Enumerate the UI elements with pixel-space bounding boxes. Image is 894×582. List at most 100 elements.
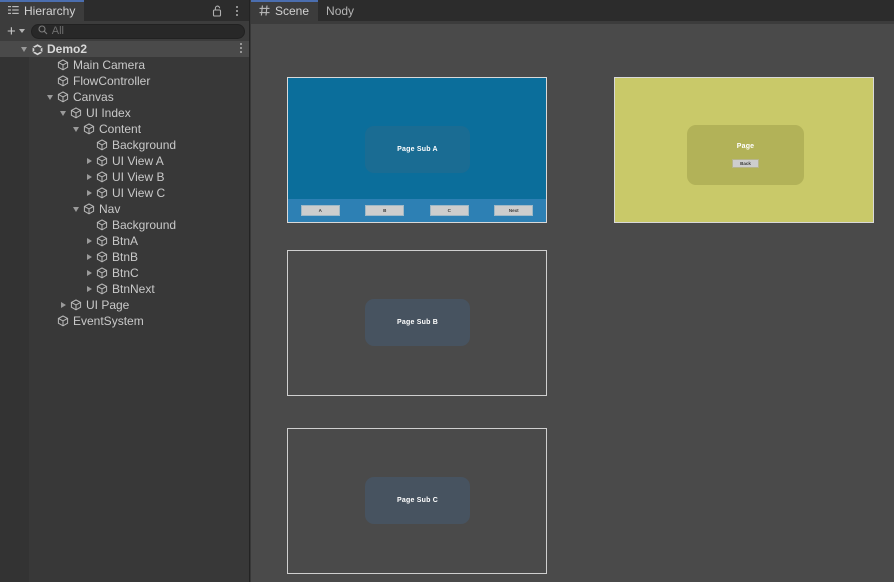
chevron-right-icon[interactable] [83, 270, 95, 276]
tab-scene[interactable]: Scene [251, 0, 319, 21]
canvas-background: Page Sub A A B C Next [288, 78, 546, 222]
hierarchy-row[interactable]: Main Camera [0, 57, 250, 73]
gameobject-icon [69, 107, 83, 119]
unity-scene-icon [30, 43, 44, 56]
hierarchy-row-label: Demo2 [47, 42, 88, 56]
scene-tabbar: Scene Nody [251, 0, 894, 21]
canvas-background: Page Sub B [288, 251, 546, 395]
content-card-label: Page [736, 143, 755, 150]
hierarchy-row[interactable]: BtnA [0, 233, 250, 249]
hierarchy-panel: Hierarchy + All Demo2 Main Camera FlowCo… [0, 0, 250, 582]
nav-button-next[interactable]: Next [494, 205, 534, 216]
add-gameobject-button[interactable]: + [5, 23, 27, 39]
plus-icon: + [7, 22, 16, 40]
hierarchy-row[interactable]: Canvas [0, 89, 250, 105]
unity-editor-window: Hierarchy + All Demo2 Main Camera FlowCo… [0, 0, 894, 582]
hierarchy-row[interactable]: Nav [0, 201, 250, 217]
hierarchy-row[interactable]: Background [0, 137, 250, 153]
gameobject-icon [95, 187, 109, 199]
hierarchy-scene-row[interactable]: Demo2 [0, 41, 250, 57]
chevron-down-icon[interactable] [70, 126, 82, 132]
hierarchy-row[interactable]: Content [0, 121, 250, 137]
gameobject-icon [56, 59, 70, 71]
nav-button-c[interactable]: C [429, 205, 469, 216]
nav-bar: A B C Next [288, 199, 546, 222]
ui-view-c-canvas[interactable]: Page Sub C [287, 428, 547, 574]
hierarchy-row-label: Nav [99, 202, 121, 216]
content-card-label: Page Sub A [397, 146, 438, 153]
scene-row-menu-icon[interactable] [240, 43, 242, 53]
hierarchy-tabbar: Hierarchy [0, 0, 250, 21]
gameobject-icon [95, 155, 109, 167]
hierarchy-row[interactable]: UI Page [0, 297, 250, 313]
hierarchy-tabbar-actions [209, 0, 250, 21]
ui-index-canvas[interactable]: Page Sub A A B C Next [287, 77, 547, 223]
content-card[interactable]: Page Sub C [365, 477, 470, 524]
hierarchy-row-label: UI View C [112, 186, 166, 200]
hierarchy-row-label: FlowController [73, 74, 151, 88]
gameobject-icon [95, 235, 109, 247]
panel-divider[interactable] [249, 0, 250, 582]
lock-open-icon[interactable] [209, 1, 226, 20]
chevron-right-icon[interactable] [83, 238, 95, 244]
hierarchy-row-label: UI Index [86, 106, 131, 120]
tab-nody[interactable]: Nody [318, 0, 363, 21]
hierarchy-row[interactable]: UI View C [0, 185, 250, 201]
content-card[interactable]: Page Sub B [365, 299, 470, 346]
canvas-background: Page Back [615, 78, 873, 222]
hierarchy-row[interactable]: FlowController [0, 73, 250, 89]
ui-view-b-canvas[interactable]: Page Sub B [287, 250, 547, 396]
gameobject-icon [95, 267, 109, 279]
chevron-down-icon[interactable] [18, 46, 30, 52]
hierarchy-tree[interactable]: Demo2 Main Camera FlowController Canvas UI I… [0, 41, 250, 582]
hierarchy-row[interactable]: EventSystem [0, 313, 250, 329]
tab-hierarchy[interactable]: Hierarchy [0, 0, 85, 21]
gameobject-icon [56, 75, 70, 87]
gameobject-icon [95, 139, 109, 151]
search-icon [38, 24, 48, 38]
content-card-label: Page Sub B [397, 319, 438, 326]
ui-page-canvas[interactable]: Page Back [614, 77, 874, 223]
hierarchy-row-label: BtnB [112, 250, 139, 264]
chevron-down-icon[interactable] [44, 94, 56, 100]
gameobject-icon [56, 315, 70, 327]
content-card[interactable]: Page Back [687, 125, 804, 185]
hierarchy-row[interactable]: UI View B [0, 169, 250, 185]
kebab-menu-icon[interactable] [228, 1, 245, 20]
gameobject-icon [56, 91, 70, 103]
hierarchy-row-label: EventSystem [73, 314, 144, 328]
gameobject-icon [95, 283, 109, 295]
hierarchy-row-label: Canvas [73, 90, 114, 104]
chevron-right-icon[interactable] [83, 286, 95, 292]
scene-viewport[interactable]: Page Sub A A B C Next Page Back Page Sub B Page … [251, 24, 894, 582]
nav-button-a[interactable]: A [300, 205, 340, 216]
chevron-down-icon [18, 29, 25, 33]
canvas-background: Page Sub C [288, 429, 546, 573]
search-placeholder: All [51, 24, 64, 37]
hierarchy-row-label: BtnA [112, 234, 139, 248]
chevron-right-icon[interactable] [57, 302, 69, 308]
page-back-button[interactable]: Back [732, 159, 759, 168]
content-card[interactable]: Page Sub A [365, 126, 470, 173]
search-input[interactable]: All [30, 23, 245, 39]
nav-button-b[interactable]: B [365, 205, 405, 216]
chevron-down-icon[interactable] [70, 206, 82, 212]
hierarchy-row[interactable]: BtnC [0, 265, 250, 281]
hierarchy-row-label: Background [112, 218, 177, 232]
hierarchy-row-label: Background [112, 138, 177, 152]
hierarchy-row-label: UI Page [86, 298, 130, 312]
hierarchy-row-label: Content [99, 122, 142, 136]
chevron-down-icon[interactable] [57, 110, 69, 116]
chevron-right-icon[interactable] [83, 190, 95, 196]
hierarchy-row[interactable]: UI View A [0, 153, 250, 169]
tab-scene-label: Scene [275, 3, 310, 18]
chevron-right-icon[interactable] [83, 174, 95, 180]
hierarchy-row[interactable]: BtnB [0, 249, 250, 265]
hierarchy-row[interactable]: UI Index [0, 105, 250, 121]
chevron-right-icon[interactable] [83, 158, 95, 164]
tab-nody-label: Nody [326, 3, 355, 18]
chevron-right-icon[interactable] [83, 254, 95, 260]
hierarchy-row-label: UI View B [112, 170, 165, 184]
hierarchy-row[interactable]: BtnNext [0, 281, 250, 297]
hierarchy-row[interactable]: Background [0, 217, 250, 233]
